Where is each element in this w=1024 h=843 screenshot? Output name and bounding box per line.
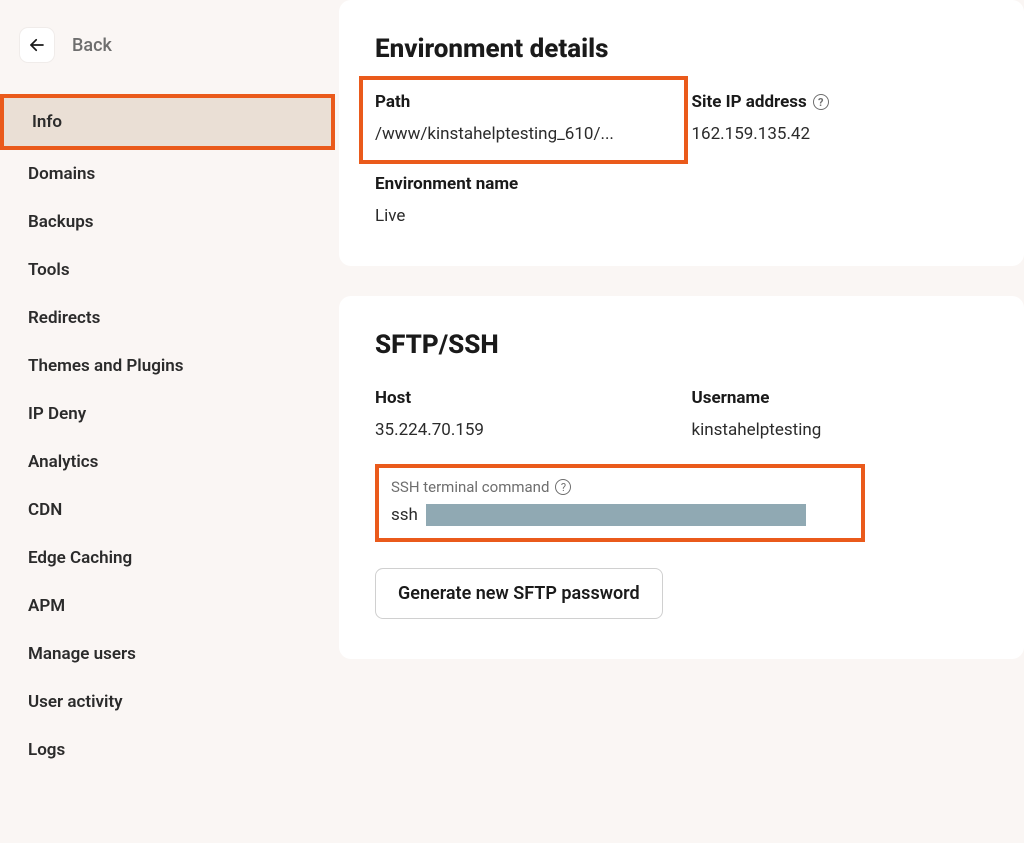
path-label: Path — [375, 92, 672, 112]
host-value: 35.224.70.159 — [375, 420, 672, 440]
path-value: /www/kinstahelptesting_610/... — [375, 124, 672, 144]
sidebar-item-domains[interactable]: Domains — [0, 150, 335, 198]
site-ip-value: 162.159.135.42 — [692, 124, 989, 144]
sidebar-item-logs[interactable]: Logs — [0, 726, 335, 774]
main-content: Environment details Path /www/kinstahelp… — [335, 0, 1024, 843]
back-row: Back — [0, 28, 335, 94]
sidebar-item-ip-deny[interactable]: IP Deny — [0, 390, 335, 438]
sidebar-item-tools[interactable]: Tools — [0, 246, 335, 294]
path-highlight: Path /www/kinstahelptesting_610/... — [359, 76, 688, 164]
username-value: kinstahelptesting — [692, 420, 989, 440]
sidebar: Back Info Domains Backups Tools Redirect… — [0, 0, 335, 843]
ssh-command-highlight: SSH terminal command ? ssh — [375, 464, 865, 542]
sidebar-item-cdn[interactable]: CDN — [0, 486, 335, 534]
back-button[interactable] — [20, 28, 54, 62]
host-label: Host — [375, 388, 672, 408]
sidebar-item-edge-caching[interactable]: Edge Caching — [0, 534, 335, 582]
sidebar-item-info[interactable]: Info — [0, 94, 335, 150]
site-ip-label: Site IP address ? — [692, 92, 989, 112]
sidebar-item-redirects[interactable]: Redirects — [0, 294, 335, 342]
username-label: Username — [692, 388, 989, 408]
ssh-command-value: ssh — [391, 504, 849, 526]
sftp-ssh-title: SFTP/SSH — [375, 330, 988, 360]
sidebar-item-backups[interactable]: Backups — [0, 198, 335, 246]
arrow-left-icon — [28, 36, 46, 54]
environment-details-title: Environment details — [375, 34, 988, 64]
sidebar-item-themes-plugins[interactable]: Themes and Plugins — [0, 342, 335, 390]
sidebar-item-analytics[interactable]: Analytics — [0, 438, 335, 486]
ssh-command-label: SSH terminal command ? — [391, 478, 849, 496]
ssh-redacted — [426, 504, 806, 526]
help-icon[interactable]: ? — [555, 479, 571, 495]
environment-details-card: Environment details Path /www/kinstahelp… — [339, 0, 1024, 266]
generate-sftp-password-button[interactable]: Generate new SFTP password — [375, 568, 663, 619]
sidebar-item-user-activity[interactable]: User activity — [0, 678, 335, 726]
env-name-value: Live — [375, 206, 672, 226]
sidebar-item-manage-users[interactable]: Manage users — [0, 630, 335, 678]
sftp-ssh-card: SFTP/SSH Host 35.224.70.159 Username kin… — [339, 296, 1024, 659]
back-label: Back — [72, 35, 112, 56]
help-icon[interactable]: ? — [813, 94, 829, 110]
sidebar-item-apm[interactable]: APM — [0, 582, 335, 630]
ssh-prefix: ssh — [391, 505, 418, 525]
env-name-label: Environment name — [375, 174, 672, 194]
